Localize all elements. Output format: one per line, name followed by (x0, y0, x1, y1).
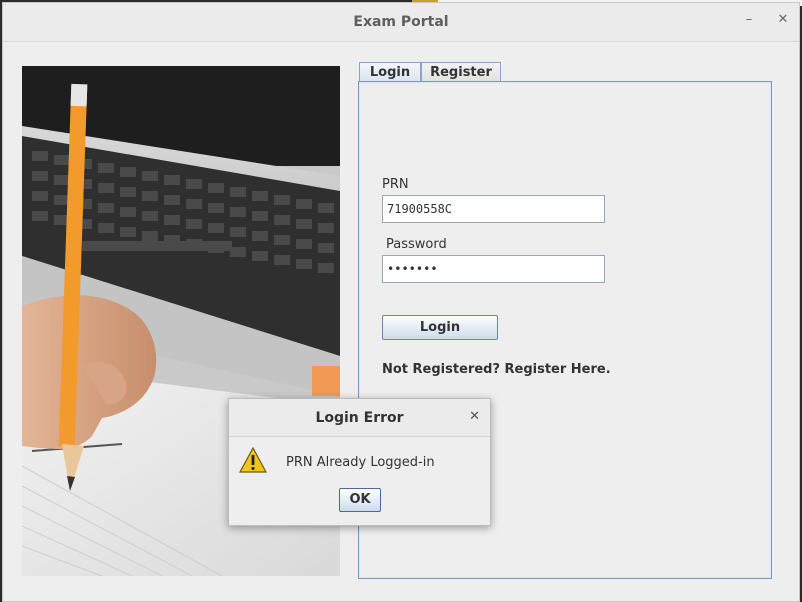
dialog-title-bar: Login Error ✕ (229, 399, 490, 437)
register-link[interactable]: Not Registered? Register Here. (382, 362, 611, 377)
dialog-message: PRN Already Logged-in (286, 455, 435, 470)
dialog-title: Login Error (315, 410, 404, 426)
window-title: Exam Portal (353, 14, 449, 30)
dialog-close-icon[interactable]: ✕ (469, 409, 480, 424)
prn-input[interactable] (382, 195, 605, 223)
minimize-icon[interactable]: – (741, 12, 757, 28)
login-button[interactable]: Login (382, 315, 498, 340)
prn-label: PRN (382, 177, 409, 192)
close-icon[interactable]: ✕ (775, 12, 791, 28)
warning-icon (239, 447, 267, 473)
password-label: Password (386, 237, 447, 252)
ok-button[interactable]: OK (339, 488, 381, 512)
title-bar: Exam Portal – ✕ (3, 3, 799, 42)
login-error-dialog: Login Error ✕ PRN Already Logged-in OK (228, 398, 491, 526)
password-input[interactable] (382, 255, 605, 283)
main-window: Exam Portal – ✕ Login Register PRN 71900… (2, 2, 800, 602)
tab-register[interactable]: Register (421, 62, 501, 81)
tab-login[interactable]: Login (359, 62, 421, 82)
